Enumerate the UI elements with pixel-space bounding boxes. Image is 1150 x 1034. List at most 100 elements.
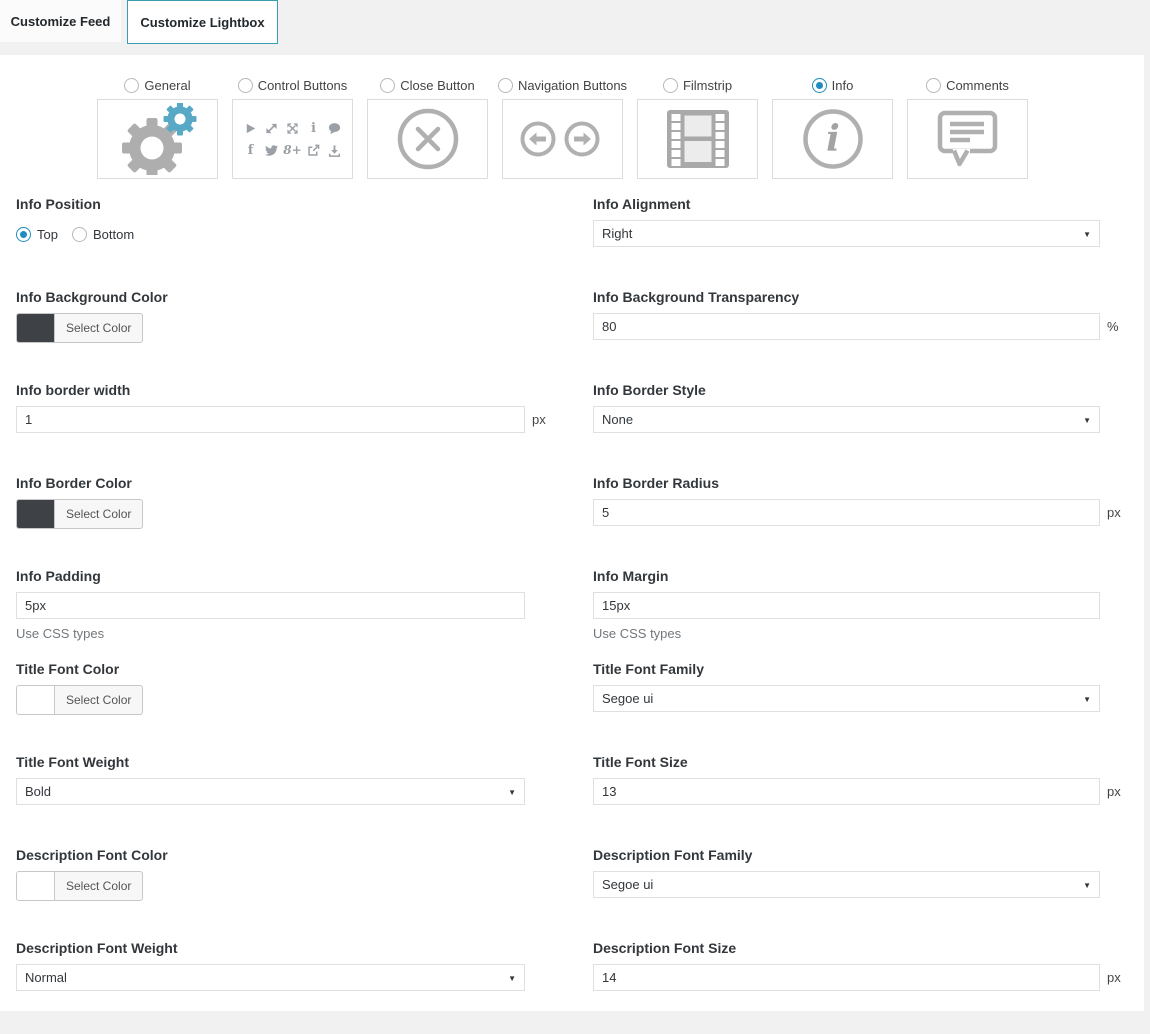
play-icon (243, 121, 258, 136)
info-position-bottom-radio[interactable] (72, 227, 87, 242)
info-icon-box[interactable]: i (772, 99, 893, 179)
description-font-family-select[interactable]: Segoe ui ▼ (593, 871, 1100, 898)
info-border-style-select[interactable]: None ▼ (593, 406, 1100, 433)
info-radio[interactable] (812, 78, 827, 93)
description-font-color-button[interactable]: Select Color (16, 871, 143, 901)
general-icon-box[interactable] (97, 99, 218, 179)
info-position-top-radio[interactable] (16, 227, 31, 242)
select-color-button-label: Select Color (55, 314, 142, 342)
filmstrip-radio-label: Filmstrip (683, 78, 732, 93)
chevron-down-icon: ▼ (508, 788, 516, 797)
info-border-width-input[interactable] (16, 406, 525, 433)
px-suffix: px (1107, 505, 1121, 520)
title-font-family-select[interactable]: Segoe ui ▼ (593, 685, 1100, 712)
navigation-buttons-icon-box[interactable] (502, 99, 623, 179)
select-color-button-label: Select Color (55, 872, 142, 900)
info-margin-hint: Use CSS types (593, 626, 1144, 641)
tab-bar: Customize Feed Customize Lightbox (0, 0, 1150, 55)
title-font-size-label: Title Font Size (593, 755, 1144, 770)
navigation-buttons-radio-label: Navigation Buttons (518, 78, 627, 93)
select-color-button-label: Select Color (55, 500, 142, 528)
info-padding-input[interactable] (16, 592, 525, 619)
selector-item-control-buttons: Control Buttons (232, 77, 353, 179)
selector-item-comments: Comments (907, 77, 1028, 179)
comment-bubble-icon (936, 109, 1000, 169)
expand-icon (264, 121, 279, 136)
chevron-down-icon: ▼ (1083, 881, 1091, 890)
googleplus-icon: 8+ (285, 143, 300, 158)
filmstrip-radio[interactable] (663, 78, 678, 93)
info-border-style-value: None (602, 412, 633, 427)
title-font-color-button[interactable]: Select Color (16, 685, 143, 715)
selector-item-navigation-buttons: Navigation Buttons (502, 77, 623, 179)
chevron-down-icon: ▼ (508, 974, 516, 983)
general-radio-label: General (144, 78, 190, 93)
info-radio-label: Info (832, 78, 854, 93)
info-background-color-button[interactable]: Select Color (16, 313, 143, 343)
tab-customize-feed[interactable]: Customize Feed (0, 0, 121, 42)
color-swatch (17, 500, 55, 528)
title-font-family-value: Segoe ui (602, 691, 653, 706)
selector-item-filmstrip: Filmstrip (637, 77, 758, 179)
comments-radio-label: Comments (946, 78, 1009, 93)
close-button-radio[interactable] (380, 78, 395, 93)
description-font-weight-value: Normal (25, 970, 67, 985)
info-settings-form: Info Position Top Bottom Info Alignment … (0, 197, 1144, 1034)
chevron-down-icon: ▼ (1083, 695, 1091, 704)
lightbox-section-selector: General (0, 55, 1144, 179)
select-color-button-label: Select Color (55, 686, 142, 714)
navigation-buttons-radio[interactable] (498, 78, 513, 93)
svg-text:i: i (826, 118, 840, 160)
title-font-family-label: Title Font Family (593, 662, 1144, 677)
info-alignment-label: Info Alignment (593, 197, 1144, 212)
close-button-icon-box[interactable] (367, 99, 488, 179)
info-position-bottom-label: Bottom (93, 227, 134, 242)
info-border-color-label: Info Border Color (16, 476, 577, 491)
color-swatch (17, 872, 55, 900)
description-font-weight-select[interactable]: Normal ▼ (16, 964, 525, 991)
chevron-down-icon: ▼ (1083, 230, 1091, 239)
percent-suffix: % (1107, 319, 1119, 334)
px-suffix: px (1107, 784, 1121, 799)
info-position-field: Top Bottom (16, 220, 577, 248)
settings-panel: General (0, 55, 1144, 1011)
selector-item-general: General (97, 77, 218, 179)
px-suffix: px (1107, 970, 1121, 985)
description-font-weight-label: Description Font Weight (16, 941, 577, 956)
control-buttons-radio[interactable] (238, 78, 253, 93)
info-margin-label: Info Margin (593, 569, 1144, 584)
comments-icon-box[interactable] (907, 99, 1028, 179)
download-icon (327, 143, 342, 158)
title-font-size-input[interactable] (593, 778, 1100, 805)
prev-next-arrows-icon (517, 118, 609, 160)
info-position-label: Info Position (16, 197, 577, 212)
info-alignment-select[interactable]: Right ▼ (593, 220, 1100, 247)
info-background-color-label: Info Background Color (16, 290, 577, 305)
fullscreen-icon (285, 121, 300, 136)
comments-radio[interactable] (926, 78, 941, 93)
info-border-radius-input[interactable] (593, 499, 1100, 526)
control-buttons-icon-box[interactable]: i f 8+ (232, 99, 353, 179)
twitter-icon (264, 143, 279, 158)
info-border-color-button[interactable]: Select Color (16, 499, 143, 529)
info-margin-input[interactable] (593, 592, 1100, 619)
info-circle-icon: i (799, 105, 867, 173)
filmstrip-icon-box[interactable] (637, 99, 758, 179)
title-font-color-label: Title Font Color (16, 662, 577, 677)
close-circle-icon (393, 104, 463, 174)
description-font-color-label: Description Font Color (16, 848, 577, 863)
general-radio[interactable] (124, 78, 139, 93)
description-font-size-input[interactable] (593, 964, 1100, 991)
facebook-icon: f (243, 143, 258, 158)
info-border-style-label: Info Border Style (593, 383, 1144, 398)
info-padding-label: Info Padding (16, 569, 577, 584)
filmstrip-icon (667, 110, 729, 168)
info-background-transparency-input[interactable] (593, 313, 1100, 340)
tab-customize-lightbox[interactable]: Customize Lightbox (127, 0, 278, 44)
info-background-transparency-label: Info Background Transparency (593, 290, 1144, 305)
selector-item-close-button: Close Button (367, 77, 488, 179)
px-suffix: px (532, 412, 546, 427)
info-position-top-label: Top (37, 227, 58, 242)
title-font-weight-select[interactable]: Bold ▼ (16, 778, 525, 805)
info-mini-icon: i (306, 121, 321, 136)
